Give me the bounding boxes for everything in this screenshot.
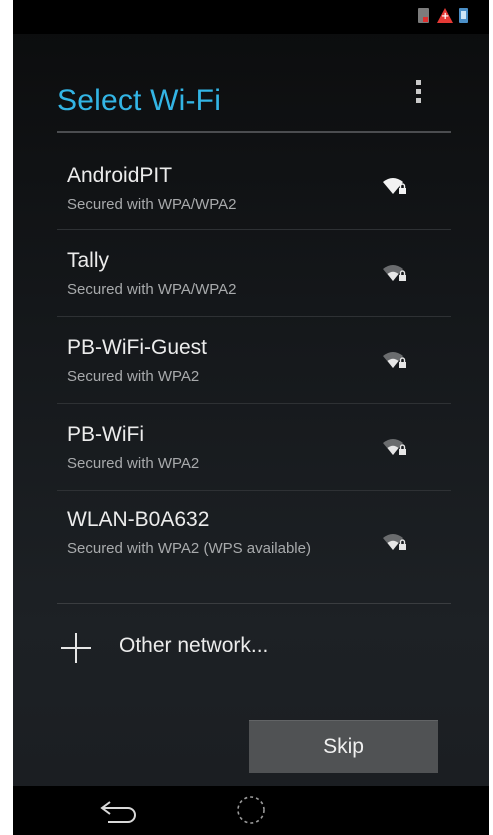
plus-icon [61,633,91,663]
skip-button[interactable]: Skip [249,720,438,773]
other-network-label: Other network... [119,634,269,657]
phone-screen: + Select Wi-Fi AndroidPIT Secured with W… [13,0,489,835]
network-security: Secured with WPA2 [67,368,200,385]
network-list: AndroidPIT Secured with WPA/WPA2 Tally S… [57,133,451,604]
overflow-menu-icon[interactable] [411,80,425,110]
wifi-lock-icon [383,352,406,368]
network-name: PB-WiFi [67,423,144,446]
back-icon[interactable] [96,796,144,824]
network-name: PB-WiFi-Guest [67,336,208,359]
network-security: Secured with WPA2 (WPS available) [67,540,311,557]
network-row[interactable]: PB-WiFi-Guest Secured with WPA2 [57,317,451,404]
network-security: Secured with WPA2 [67,455,200,472]
status-bar: + [13,0,489,34]
add-other-network[interactable]: Other network... [57,605,451,685]
network-name: Tally [67,249,110,272]
network-security: Secured with WPA/WPA2 [67,281,237,298]
battery-charging-icon [459,8,468,23]
warning-plus-glyph: + [441,11,450,22]
navigation-bar [13,786,489,835]
network-row[interactable]: Tally Secured with WPA/WPA2 [57,230,451,317]
home-icon[interactable] [235,794,267,826]
network-security: Secured with WPA/WPA2 [67,196,237,213]
wifi-lock-icon [383,534,406,550]
network-row[interactable]: AndroidPIT Secured with WPA/WPA2 [57,133,451,230]
network-name: WLAN-B0A632 [67,508,210,531]
sim-card-icon [418,8,429,23]
wifi-lock-icon [383,439,406,455]
wifi-lock-icon [383,265,406,281]
wifi-lock-icon [383,178,406,194]
network-name: AndroidPIT [67,164,173,187]
network-row[interactable]: WLAN-B0A632 Secured with WPA2 (WPS avail… [57,491,451,604]
network-row[interactable]: PB-WiFi Secured with WPA2 [57,404,451,491]
page-title: Select Wi-Fi [57,84,222,117]
